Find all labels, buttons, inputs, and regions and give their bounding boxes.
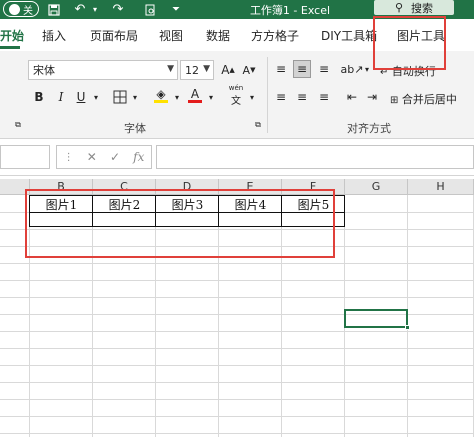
font-dialog-launcher-icon[interactable]: ⧉ — [252, 119, 264, 131]
tab-page-layout[interactable]: 页面布局 — [90, 27, 138, 44]
gridline — [0, 416, 474, 417]
align-right-icon[interactable]: ≡ — [315, 88, 333, 106]
font-color-letter: A — [190, 86, 200, 101]
tab-home[interactable]: 开始 — [0, 27, 24, 44]
fill-dropdown-icon[interactable]: ▾ — [172, 88, 182, 106]
more-options-icon: ⋮ — [63, 151, 74, 163]
align-bottom-icon[interactable]: ≡ — [315, 60, 333, 78]
group-label-alignment: 对齐方式 — [347, 122, 391, 135]
font-color-button[interactable]: A — [186, 86, 204, 104]
gridline — [0, 297, 474, 298]
gridline — [0, 348, 474, 349]
font-color-dropdown-icon[interactable]: ▾ — [206, 88, 216, 106]
shrink-font-letter: A — [242, 63, 251, 77]
phonetic-dropdown-icon[interactable]: ▾ — [247, 88, 257, 106]
undo-icon[interactable]: ↶ — [72, 0, 88, 19]
phonetic-char-icon: 文 — [231, 95, 241, 107]
italic-button[interactable]: I — [52, 88, 70, 106]
cancel-icon[interactable]: ✕ — [87, 150, 97, 164]
table-border — [344, 195, 345, 227]
customize-qat-icon[interactable]: ⏷ — [168, 0, 184, 19]
gridline — [0, 365, 474, 366]
increase-indent-icon[interactable]: ⇥ — [363, 88, 381, 106]
phonetic-button[interactable]: wén 文 — [225, 83, 247, 107]
undo-dropdown-icon[interactable]: ▾ — [90, 0, 100, 19]
font-size-select[interactable]: 12 ▼ — [180, 60, 214, 80]
enter-icon[interactable]: ✓ — [110, 150, 120, 164]
tab-diy-toolbox[interactable]: DIY工具箱 — [321, 27, 377, 44]
print-preview-icon[interactable] — [142, 0, 158, 19]
column-header-h[interactable]: H — [408, 179, 474, 195]
tab-fangfanggezi[interactable]: 方方格子 — [251, 27, 299, 44]
paint-bucket-icon: ◈ — [156, 86, 166, 101]
tab-view[interactable]: 视图 — [159, 27, 183, 44]
tab-insert[interactable]: 插入 — [42, 27, 66, 44]
decrease-indent-icon[interactable]: ⇤ — [343, 88, 361, 106]
chevron-down-icon: ▼ — [203, 64, 210, 74]
merge-icon: ⊞ — [390, 95, 399, 106]
shrink-arrow-icon: ▼ — [250, 66, 256, 74]
column-header-g[interactable]: G — [345, 179, 408, 195]
grow-arrow-icon: ▲ — [229, 66, 235, 74]
align-left-icon[interactable]: ≡ — [272, 88, 290, 106]
autosave-state: 关 — [23, 5, 33, 17]
merge-center-label: 合并后居中 — [401, 93, 457, 106]
clipboard-dialog-launcher-icon[interactable]: ⧉ — [12, 119, 24, 131]
bold-button[interactable]: B — [30, 88, 48, 106]
annotation-highlight-picture-tools — [373, 16, 446, 70]
font-name-select[interactable]: 宋体 ▼ — [28, 60, 178, 80]
orientation-dropdown-icon[interactable]: ▾ — [362, 60, 372, 78]
align-middle-icon[interactable]: ≡ — [293, 60, 311, 78]
toggle-knob — [9, 3, 20, 15]
active-tab-indicator — [0, 46, 20, 49]
gridline — [0, 331, 474, 332]
gridline — [0, 433, 474, 434]
gridline — [0, 399, 474, 400]
grow-font-button[interactable]: A ▲ — [219, 61, 237, 79]
annotation-highlight-table — [25, 189, 335, 258]
fill-color-swatch — [154, 99, 168, 103]
gridline — [0, 280, 474, 281]
tab-data[interactable]: 数据 — [206, 27, 230, 44]
font-size-value: 12 — [185, 63, 199, 77]
borders-dropdown-icon[interactable]: ▾ — [130, 88, 140, 106]
formula-bar: ⋮ ✕ ✓ fx — [0, 140, 474, 176]
grow-font-letter: A — [221, 63, 230, 77]
group-label-font: 字体 — [124, 122, 146, 135]
search-label: 搜索 — [411, 1, 434, 15]
fill-color-button[interactable]: ◈ — [152, 86, 170, 104]
orientation-icon[interactable]: ab↗ — [341, 60, 364, 78]
insert-function-icon[interactable]: fx — [133, 150, 144, 164]
redo-icon[interactable]: ↷ — [110, 0, 126, 19]
formula-controls: ⋮ ✕ ✓ fx — [56, 145, 152, 169]
selected-cell[interactable] — [344, 309, 408, 328]
search-box[interactable]: ⚲ 搜索 — [374, 0, 454, 15]
name-box[interactable] — [0, 145, 50, 169]
group-separator — [267, 57, 268, 133]
borders-icon[interactable] — [111, 88, 129, 106]
worksheet-grid[interactable]: B C D E F G H 图片1 图片2 图片3 图片4 图片5 — [0, 179, 474, 437]
autosave-toggle[interactable]: 关 — [3, 1, 39, 17]
underline-dropdown-icon[interactable]: ▾ — [91, 88, 101, 106]
align-top-icon[interactable]: ≡ — [272, 60, 290, 78]
align-center-icon[interactable]: ≡ — [293, 88, 311, 106]
chevron-down-icon: ▼ — [167, 64, 174, 74]
phonetic-label: wén — [228, 83, 244, 92]
gridline — [0, 263, 474, 264]
merge-center-button[interactable]: ⊞ 合并后居中 — [390, 91, 457, 107]
window-title: 工作簿1 - Excel — [249, 3, 331, 17]
font-color-swatch — [188, 99, 202, 103]
font-name-value: 宋体 — [33, 64, 55, 77]
formula-input[interactable] — [156, 145, 474, 169]
search-icon: ⚲ — [394, 1, 404, 14]
gridline — [0, 382, 474, 383]
shrink-font-button[interactable]: A ▼ — [240, 61, 258, 79]
save-icon[interactable] — [46, 0, 62, 19]
underline-button[interactable]: U — [72, 88, 90, 106]
fill-handle[interactable] — [405, 325, 410, 330]
